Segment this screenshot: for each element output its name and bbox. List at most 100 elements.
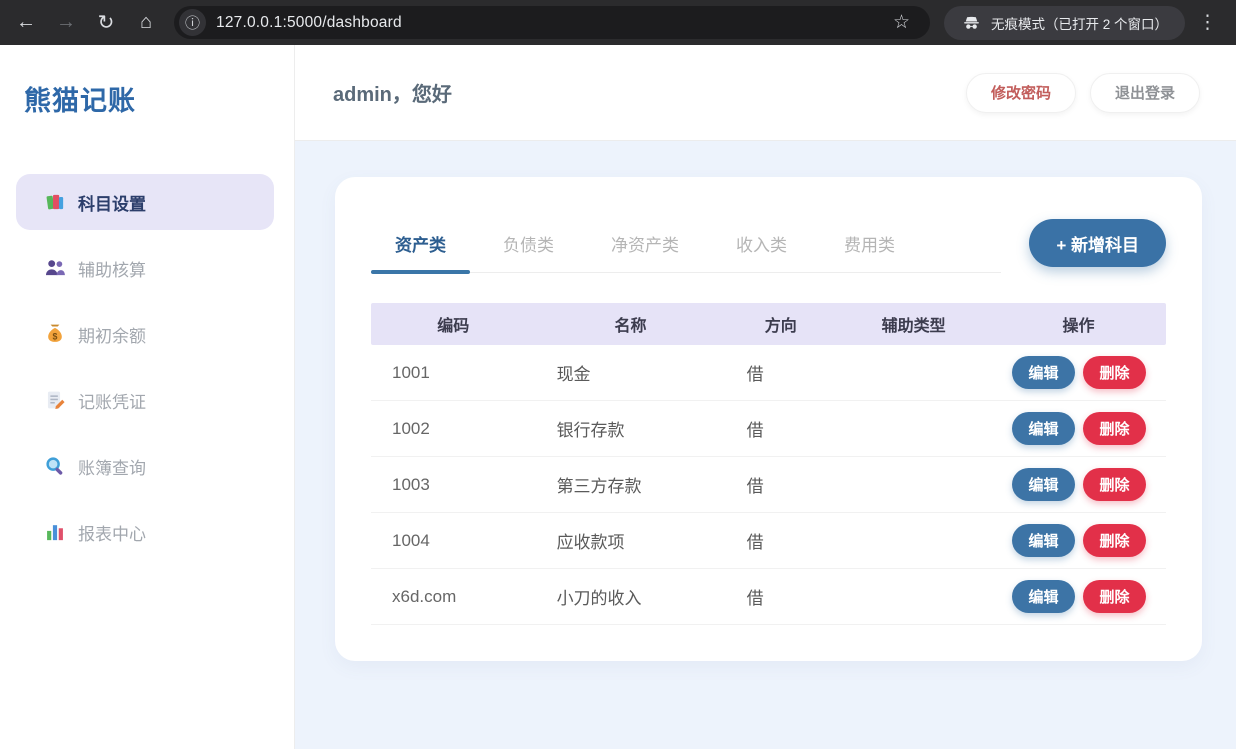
cell-code: 1004 (371, 531, 536, 551)
address-bar[interactable]: ⓘ 127.0.0.1:5000/dashboard ☆ (174, 6, 930, 39)
memo-icon (44, 389, 66, 411)
cell-name: 应收款项 (536, 528, 726, 553)
add-subject-button[interactable]: + 新增科目 (1029, 219, 1166, 267)
home-icon[interactable]: ⌂ (128, 5, 164, 41)
cell-name: 小刀的收入 (536, 584, 726, 609)
subjects-table: 编码 名称 方向 辅助类型 操作 1001 现金 借 (371, 303, 1166, 625)
cell-code: 1003 (371, 475, 536, 495)
edit-button[interactable]: 编辑 (1012, 468, 1075, 501)
card-top: 资产类 负债类 净资产类 收入类 (371, 219, 1166, 273)
tab-label: 资产类 (395, 236, 446, 255)
sidebar-item[interactable]: 辅助核算 (16, 240, 274, 296)
tab-label: 费用类 (844, 236, 895, 255)
url-text[interactable]: 127.0.0.1:5000/dashboard (216, 14, 402, 32)
page-info-icon[interactable]: ⓘ (179, 9, 206, 36)
edit-button[interactable]: 编辑 (1012, 412, 1075, 445)
sidebar-nav: 科目设置 辅助核算 $ 期初余额 记账凭证 (0, 174, 294, 560)
tab-label: 负债类 (503, 236, 554, 255)
page-header: admin，您好 修改密码 退出登录 (295, 45, 1236, 141)
incognito-icon (961, 12, 982, 33)
books-icon (44, 191, 66, 213)
forward-icon: → (48, 5, 84, 41)
col-header-aux-type: 辅助类型 (836, 312, 991, 336)
sidebar-item[interactable]: 科目设置 (16, 174, 274, 230)
sidebar-item-label: 期初余额 (78, 322, 146, 347)
table-row: 1002 银行存款 借 编辑 删除 (371, 401, 1166, 457)
user-greeting: admin，您好 (333, 78, 452, 107)
sidebar-item[interactable]: $ 期初余额 (16, 306, 274, 362)
reload-icon[interactable]: ↻ (88, 5, 124, 41)
cell-actions: 编辑 删除 (991, 468, 1166, 501)
cell-actions: 编辑 删除 (991, 412, 1166, 445)
incognito-label: 无痕模式（已打开 2 个窗口） (991, 13, 1168, 33)
cell-name: 第三方存款 (536, 472, 726, 497)
back-icon[interactable]: ← (8, 5, 44, 41)
money-bag-icon: $ (44, 323, 66, 345)
table-header-row: 编码 名称 方向 辅助类型 操作 (371, 303, 1166, 345)
search-icon (44, 455, 66, 477)
delete-button[interactable]: 删除 (1083, 524, 1146, 557)
cell-direction: 借 (726, 416, 837, 441)
category-tab[interactable]: 资产类 (371, 219, 470, 272)
category-tab[interactable]: 费用类 (820, 219, 919, 272)
browser-menu-icon[interactable]: ⋮ (1189, 11, 1226, 34)
app-frame: 熊猫记账 科目设置 辅助核算 $ 期初余额 (0, 45, 1236, 749)
table-row: 1004 应收款项 借 编辑 删除 (371, 513, 1166, 569)
cell-direction: 借 (726, 584, 837, 609)
sidebar-item[interactable]: 记账凭证 (16, 372, 274, 428)
users-icon (44, 257, 66, 279)
col-header-direction: 方向 (726, 312, 837, 336)
cell-direction: 借 (726, 360, 837, 385)
cell-code: 1002 (371, 419, 536, 439)
sidebar-item[interactable]: 账簿查询 (16, 438, 274, 494)
category-tab[interactable]: 收入类 (712, 219, 811, 272)
edit-button[interactable]: 编辑 (1012, 580, 1075, 613)
sidebar: 熊猫记账 科目设置 辅助核算 $ 期初余额 (0, 45, 295, 749)
content: 资产类 负债类 净资产类 收入类 (295, 141, 1236, 661)
cell-code: 1001 (371, 363, 536, 383)
cell-actions: 编辑 删除 (991, 580, 1166, 613)
logout-button[interactable]: 退出登录 (1090, 73, 1200, 113)
col-header-code: 编码 (371, 312, 536, 336)
col-header-actions: 操作 (991, 312, 1166, 336)
cell-name: 银行存款 (536, 416, 726, 441)
bar-chart-icon (44, 521, 66, 543)
change-password-button[interactable]: 修改密码 (966, 73, 1076, 113)
main-area: admin，您好 修改密码 退出登录 资产类 (295, 45, 1236, 749)
subjects-card: 资产类 负债类 净资产类 收入类 (335, 177, 1202, 661)
tab-label: 净资产类 (611, 236, 679, 255)
cell-direction: 借 (726, 472, 837, 497)
incognito-badge: 无痕模式（已打开 2 个窗口） (944, 6, 1185, 40)
svg-text:$: $ (53, 332, 58, 342)
cell-actions: 编辑 删除 (991, 524, 1166, 557)
edit-button[interactable]: 编辑 (1012, 356, 1075, 389)
cell-name: 现金 (536, 360, 726, 385)
category-tabs: 资产类 负债类 净资产类 收入类 (371, 219, 1001, 273)
app-title: 熊猫记账 (0, 79, 294, 118)
sidebar-item[interactable]: 报表中心 (16, 504, 274, 560)
edit-button[interactable]: 编辑 (1012, 524, 1075, 557)
category-tab[interactable]: 负债类 (479, 219, 578, 272)
header-actions: 修改密码 退出登录 (966, 73, 1200, 113)
table-row: x6d.com 小刀的收入 借 编辑 删除 (371, 569, 1166, 625)
category-tab[interactable]: 净资产类 (587, 219, 703, 272)
sidebar-item-label: 报表中心 (78, 520, 146, 545)
tab-label: 收入类 (736, 236, 787, 255)
delete-button[interactable]: 删除 (1083, 412, 1146, 445)
bookmark-star-icon[interactable]: ☆ (887, 11, 916, 34)
sidebar-item-label: 科目设置 (78, 190, 146, 215)
delete-button[interactable]: 删除 (1083, 580, 1146, 613)
col-header-name: 名称 (536, 312, 726, 336)
delete-button[interactable]: 删除 (1083, 468, 1146, 501)
delete-button[interactable]: 删除 (1083, 356, 1146, 389)
browser-toolbar: ← → ↻ ⌂ ⓘ 127.0.0.1:5000/dashboard ☆ 无痕模… (0, 0, 1236, 45)
table-body: 1001 现金 借 编辑 删除 1002 (371, 345, 1166, 625)
sidebar-item-label: 辅助核算 (78, 256, 146, 281)
cell-actions: 编辑 删除 (991, 356, 1166, 389)
table-row: 1001 现金 借 编辑 删除 (371, 345, 1166, 401)
sidebar-item-label: 记账凭证 (78, 388, 146, 413)
table-row: 1003 第三方存款 借 编辑 删除 (371, 457, 1166, 513)
sidebar-item-label: 账簿查询 (78, 454, 146, 479)
cell-direction: 借 (726, 528, 837, 553)
cell-code: x6d.com (371, 587, 536, 607)
